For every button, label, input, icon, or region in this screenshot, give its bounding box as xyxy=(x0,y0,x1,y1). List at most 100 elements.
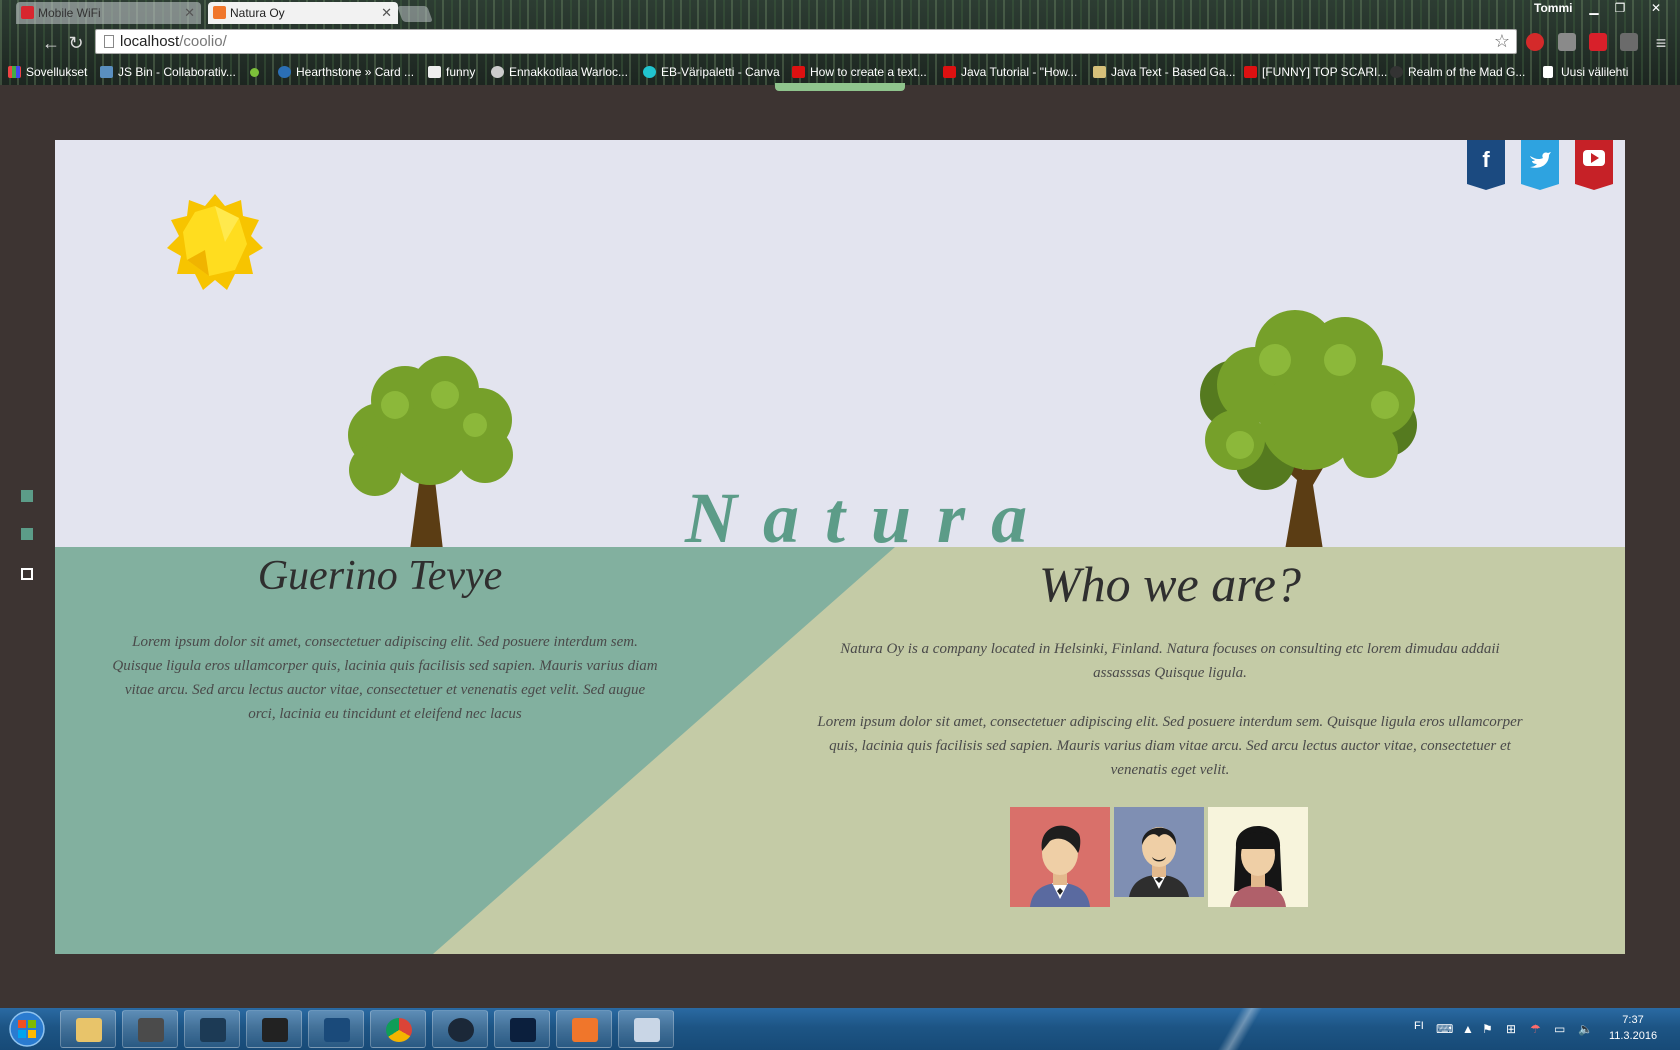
bookmark-label: JS Bin - Collaborativ... xyxy=(118,65,236,79)
bookmark-youtube-3[interactable]: [FUNNY] TOP SCARI... xyxy=(1244,61,1387,83)
bookmarks-bar: Sovellukset JS Bin - Collaborativ... Hea… xyxy=(0,61,1680,83)
facebook-icon[interactable]: f xyxy=(1467,140,1505,190)
tab-natura-oy[interactable]: Natura Oy ✕ xyxy=(208,2,398,24)
person-name-heading: Guerino Tevye xyxy=(257,553,503,599)
youtube-icon[interactable] xyxy=(1575,140,1613,190)
bookmark-warlock[interactable]: Ennakkotilaa Warloc... xyxy=(491,61,628,83)
bookmark-label: [FUNNY] TOP SCARI... xyxy=(1262,65,1388,79)
extension-copy-icon[interactable] xyxy=(1620,33,1638,51)
start-button[interactable] xyxy=(4,1009,50,1049)
new-tab-button[interactable] xyxy=(397,6,433,22)
taskbar-nvidia[interactable] xyxy=(246,1010,302,1048)
bookmark-youtube-2[interactable]: Java Tutorial - "How... xyxy=(943,61,1077,83)
keyboard-icon[interactable]: ⌨ xyxy=(1436,1022,1453,1036)
green-dot-icon xyxy=(250,68,259,77)
avatar-woman[interactable] xyxy=(1208,807,1308,907)
bookmark-label: funny xyxy=(446,65,476,79)
battlenet-icon xyxy=(324,1018,350,1042)
canva-icon xyxy=(643,66,656,78)
youtube-icon xyxy=(792,66,805,78)
extension-pen-icon[interactable] xyxy=(1558,33,1576,51)
bookmark-funny[interactable]: funny xyxy=(428,61,475,83)
jsbin-icon xyxy=(100,66,113,78)
reload-icon[interactable]: ↻ xyxy=(65,32,87,54)
bookmark-dot[interactable] xyxy=(250,61,262,83)
tab-mobile-wifi[interactable]: Mobile WiFi ✕ xyxy=(16,2,201,24)
bookmark-youtube-1[interactable]: How to create a text... xyxy=(792,61,927,83)
taskbar-xampp[interactable] xyxy=(556,1010,612,1048)
action-center-flag-icon[interactable]: ⚑ xyxy=(1482,1022,1493,1036)
windows-icon[interactable]: ⊞ xyxy=(1506,1022,1516,1036)
bookmark-java-text[interactable]: Java Text - Based Ga... xyxy=(1093,61,1236,83)
pager-dot-3[interactable] xyxy=(21,568,33,580)
taskbar-battlenet[interactable] xyxy=(308,1010,364,1048)
steam-icon xyxy=(491,66,504,78)
bookmark-canva[interactable]: EB-Väripaletti - Canva xyxy=(643,61,780,83)
taskbar-paint[interactable] xyxy=(618,1010,674,1048)
close-icon[interactable]: ✕ xyxy=(381,2,392,24)
minimize-icon[interactable]: ▁ xyxy=(1583,1,1605,16)
clock-time[interactable]: 7:37 xyxy=(1605,1014,1661,1026)
person-bio-text: Lorem ipsum dolor sit amet, consectetuer… xyxy=(112,634,658,722)
bookmark-star-icon[interactable]: ☆ xyxy=(1494,31,1510,52)
extension-adblock-icon[interactable] xyxy=(1526,33,1544,51)
folder-icon xyxy=(76,1018,102,1042)
taskbar-explorer[interactable] xyxy=(60,1010,116,1048)
taskbar-sublime[interactable] xyxy=(122,1010,178,1048)
url-path: /coolio/ xyxy=(179,33,227,50)
youtube-icon xyxy=(1244,66,1257,78)
language-indicator[interactable]: FI xyxy=(1414,1020,1424,1032)
taskbar-league[interactable] xyxy=(184,1010,240,1048)
page-icon xyxy=(104,35,114,48)
network-icon[interactable]: ▭ xyxy=(1554,1022,1565,1036)
chrome-icon xyxy=(386,1018,412,1042)
taskbar-steam[interactable] xyxy=(432,1010,488,1048)
pager-dot-2[interactable] xyxy=(21,528,33,540)
taskbar-decoration xyxy=(1200,1008,1280,1050)
m-logo-icon xyxy=(1093,66,1106,78)
profile-name[interactable]: Tommi xyxy=(1534,1,1572,15)
bookmark-realm[interactable]: Realm of the Mad G... xyxy=(1390,61,1525,83)
brand-title: Natura xyxy=(685,478,1054,558)
close-icon[interactable]: ✕ xyxy=(184,2,195,24)
twitter-icon[interactable] xyxy=(1521,140,1559,190)
restore-icon[interactable]: ❐ xyxy=(1609,1,1631,16)
realm-icon xyxy=(1390,66,1403,78)
paint-icon xyxy=(634,1018,660,1042)
clock-date[interactable]: 11.3.2016 xyxy=(1603,1030,1663,1042)
taskbar-photoshop[interactable] xyxy=(494,1010,550,1048)
bookmark-new-tab[interactable]: Uusi välilehti xyxy=(1543,61,1628,83)
taskbar-chrome[interactable] xyxy=(370,1010,426,1048)
windows-taskbar xyxy=(0,1008,1680,1050)
about-intro-text: Natura Oy is a company located in Helsin… xyxy=(840,641,1500,681)
sublime-icon xyxy=(138,1018,164,1042)
avatar-man-2[interactable] xyxy=(1114,807,1204,897)
about-body-text: Lorem ipsum dolor sit amet, consectetuer… xyxy=(817,714,1523,778)
teal-diagonal-panel xyxy=(55,547,895,954)
bookmark-jsbin[interactable]: JS Bin - Collaborativ... xyxy=(100,61,236,83)
pager-dot-1[interactable] xyxy=(21,490,33,502)
show-hidden-icons-icon[interactable]: ▲ xyxy=(1462,1022,1474,1036)
bookmark-label: Ennakkotilaa Warloc... xyxy=(509,65,628,79)
url-text[interactable]: localhost/coolio/ xyxy=(120,33,227,50)
extension-avira-icon[interactable] xyxy=(1589,33,1607,51)
steam-icon xyxy=(448,1018,474,1042)
bookmark-apps[interactable]: Sovellukset xyxy=(8,61,87,83)
tab-title: Natura Oy xyxy=(230,6,285,20)
svg-text:f: f xyxy=(1482,147,1490,172)
page-content: f Natura Guerino Tevye Lorem ipsum dolor… xyxy=(55,140,1625,954)
avira-tray-icon[interactable]: ☂ xyxy=(1530,1022,1541,1036)
url-host: localhost xyxy=(120,33,180,50)
avatar-man-1[interactable] xyxy=(1010,807,1110,907)
back-icon[interactable]: ← xyxy=(40,32,62,54)
bookmark-label: EB-Väripaletti - Canva xyxy=(661,65,780,79)
address-bar[interactable]: localhost/coolio/ ☆ xyxy=(95,29,1517,54)
close-window-icon[interactable]: ✕ xyxy=(1645,1,1667,16)
menu-icon[interactable]: ≡ xyxy=(1650,32,1672,54)
bookmark-label: Hearthstone » Card ... xyxy=(296,65,415,79)
volume-icon[interactable]: 🔈 xyxy=(1578,1022,1593,1036)
browser-chrome: Mobile WiFi ✕ Natura Oy ✕ Tommi ▁ ❐ ✕ ← … xyxy=(0,0,1680,85)
sun-icon xyxy=(167,194,263,290)
bookmark-hearthstone[interactable]: Hearthstone » Card ... xyxy=(278,61,414,83)
nvidia-icon xyxy=(262,1018,288,1042)
